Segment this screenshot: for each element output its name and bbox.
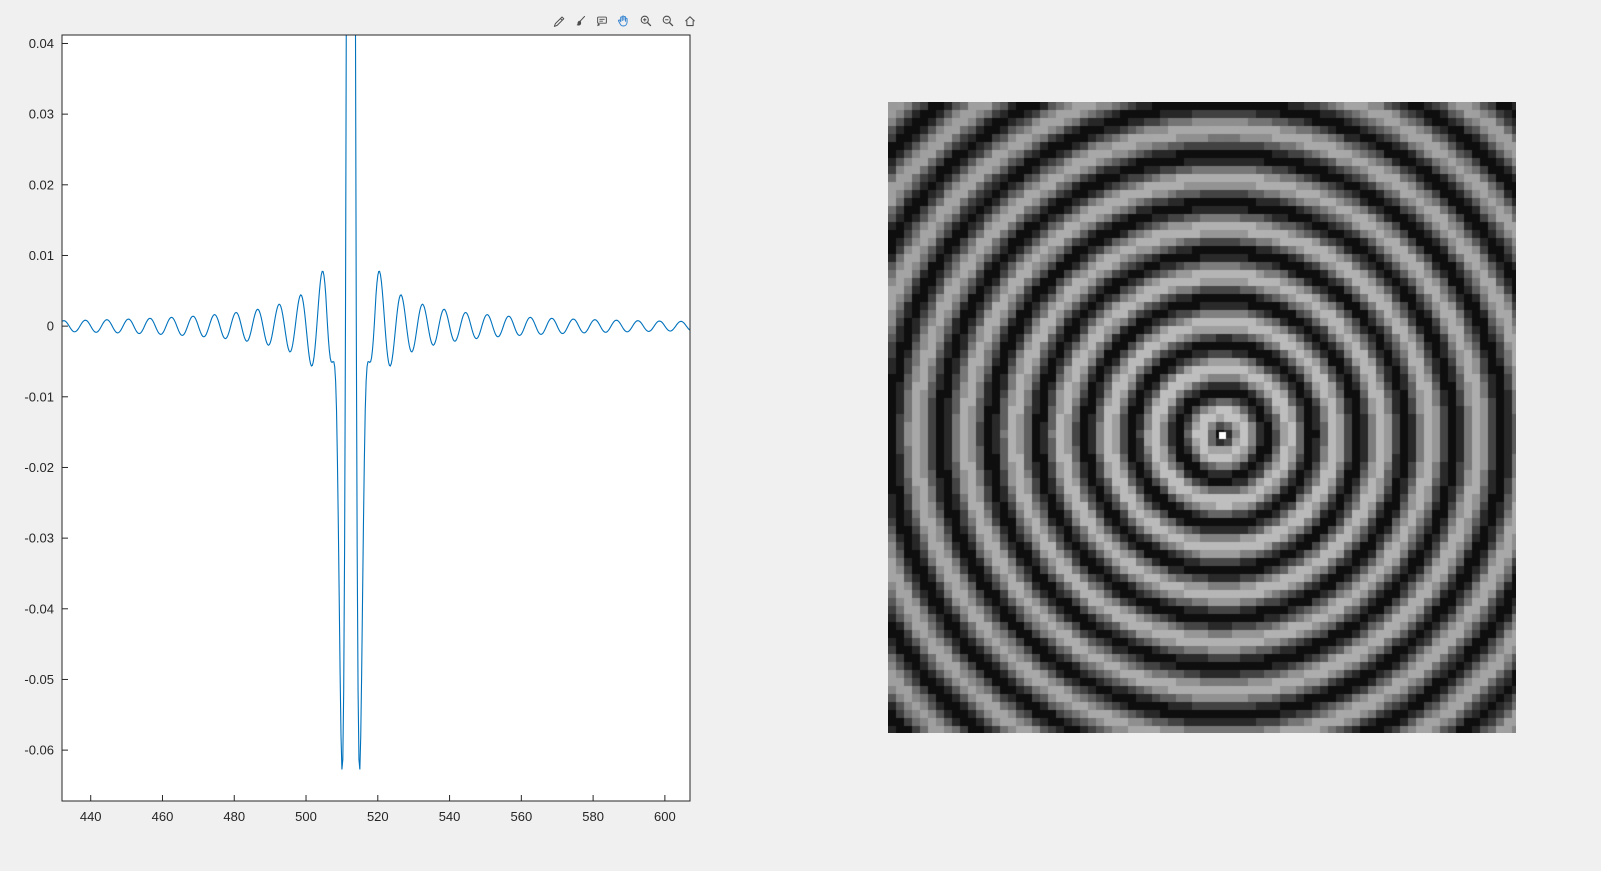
edit-plot-button[interactable] (548, 11, 567, 30)
svg-text:-0.06: -0.06 (24, 743, 54, 758)
home-icon (683, 14, 697, 28)
svg-text:500: 500 (295, 809, 317, 824)
svg-text:0.02: 0.02 (29, 177, 54, 192)
svg-text:480: 480 (223, 809, 245, 824)
pencil-icon (551, 14, 565, 28)
zoom-out-button[interactable] (658, 11, 677, 30)
impulse-response-plot-axes[interactable]: 440 460 480 500 520 540 560 580 600 0.04 0.03 0.02 0… (0, 30, 760, 850)
ring-pattern-image (888, 102, 1516, 733)
svg-text:-0.03: -0.03 (24, 531, 54, 546)
zoom-out-icon (661, 14, 675, 28)
svg-text:0.03: 0.03 (29, 107, 54, 122)
datatip-icon (595, 14, 609, 28)
pan-button[interactable] (614, 11, 633, 30)
svg-text:520: 520 (367, 809, 389, 824)
svg-text:-0.04: -0.04 (24, 601, 54, 616)
zoom-in-button[interactable] (636, 11, 655, 30)
svg-text:600: 600 (654, 809, 676, 824)
svg-text:460: 460 (152, 809, 174, 824)
svg-text:540: 540 (439, 809, 461, 824)
svg-text:-0.01: -0.01 (24, 389, 54, 404)
line-plot-svg: 440 460 480 500 520 540 560 580 600 0.04 0.03 0.02 0… (24, 34, 691, 824)
brush-icon (573, 14, 587, 28)
svg-text:560: 560 (510, 809, 532, 824)
svg-text:-0.02: -0.02 (24, 460, 54, 475)
datatip-button[interactable] (592, 11, 611, 30)
svg-text:0.04: 0.04 (29, 36, 54, 51)
restore-view-button[interactable] (680, 11, 699, 30)
svg-text:580: 580 (582, 809, 604, 824)
matlab-figure-window: 440 460 480 500 520 540 560 580 600 0.04 0.03 0.02 0… (0, 0, 1601, 871)
svg-text:440: 440 (80, 809, 102, 824)
brush-button[interactable] (570, 11, 589, 30)
svg-text:-0.05: -0.05 (24, 672, 54, 687)
svg-text:0: 0 (47, 319, 54, 334)
axes-toolbar (546, 10, 701, 31)
zoom-in-icon (639, 14, 653, 28)
svg-text:0.01: 0.01 (29, 248, 54, 263)
hand-icon (616, 13, 631, 28)
